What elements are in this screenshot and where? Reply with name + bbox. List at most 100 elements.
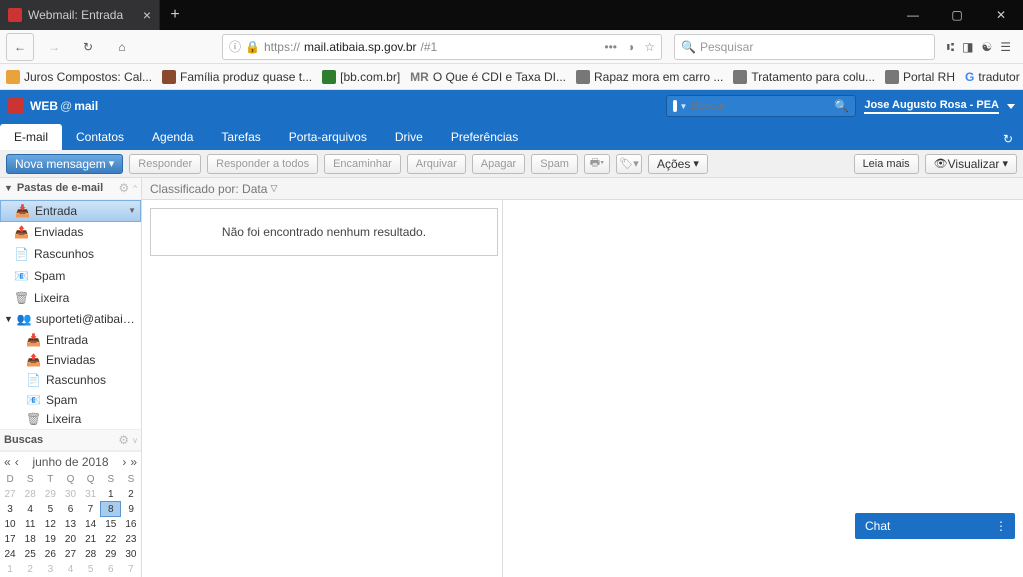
cal-day[interactable]: 28: [81, 547, 101, 562]
cal-day[interactable]: 3: [40, 562, 60, 577]
back-button[interactable]: ←: [6, 33, 34, 61]
print-button[interactable]: 🖶▾: [584, 154, 610, 174]
bookmark-item[interactable]: Família produz quase t...: [162, 70, 312, 84]
cal-next-year[interactable]: »: [130, 455, 137, 469]
close-button[interactable]: ✕: [979, 0, 1023, 30]
cal-day[interactable]: 30: [121, 547, 141, 562]
sidebar-header-pastas[interactable]: ▼ Pastas de e-mail ⚙ ^: [0, 178, 141, 200]
chat-menu-icon[interactable]: ⋮: [995, 519, 1005, 533]
cal-day[interactable]: 30: [60, 487, 80, 502]
delete-button[interactable]: Apagar: [472, 154, 525, 174]
folder-spam[interactable]: 📧Spam: [0, 265, 141, 287]
cal-day[interactable]: 9: [121, 502, 141, 517]
tab-contatos[interactable]: Contatos: [62, 124, 138, 150]
app-search-input[interactable]: [691, 100, 834, 112]
actions-menu[interactable]: Ações ▾: [648, 154, 708, 174]
cal-day[interactable]: 6: [60, 502, 80, 517]
menu-icon[interactable]: ☰: [1000, 40, 1011, 54]
cal-day[interactable]: 12: [40, 517, 60, 532]
refresh-button[interactable]: ↻: [993, 128, 1023, 150]
cal-day[interactable]: 25: [20, 547, 40, 562]
cal-day[interactable]: 5: [40, 502, 60, 517]
search-bar[interactable]: 🔍 Pesquisar: [674, 34, 935, 60]
archive-button[interactable]: Arquivar: [407, 154, 466, 174]
library-icon[interactable]: ⑆: [947, 40, 954, 54]
page-actions-icon[interactable]: •••: [604, 40, 617, 54]
forward-button[interactable]: →: [40, 33, 68, 61]
view-button[interactable]: 👁 Visualizar ▾: [925, 154, 1017, 174]
gear-icon[interactable]: ⚙: [118, 181, 129, 195]
cal-day[interactable]: 1: [0, 562, 20, 577]
tab-close-icon[interactable]: ×: [143, 7, 151, 23]
cal-day[interactable]: 6: [101, 562, 121, 577]
home-button[interactable]: ⌂: [108, 33, 136, 61]
sidebar-icon[interactable]: ◨: [962, 40, 973, 54]
cal-day[interactable]: 20: [60, 532, 80, 547]
cal-day[interactable]: 14: [81, 517, 101, 532]
cal-day[interactable]: 26: [40, 547, 60, 562]
cal-day[interactable]: 3: [0, 502, 20, 517]
cal-day[interactable]: 29: [101, 547, 121, 562]
splitter[interactable]: [502, 200, 503, 577]
reply-button[interactable]: Responder: [129, 154, 201, 174]
sub-enviadas[interactable]: 📤Enviadas: [0, 350, 141, 370]
account-node[interactable]: ▼ 👥 suporteti@atibaia.sp.gov: [0, 309, 141, 331]
search-submit-icon[interactable]: 🔍: [834, 99, 849, 113]
cal-prev-year[interactable]: «: [4, 455, 11, 469]
cal-day[interactable]: 5: [81, 562, 101, 577]
maximize-button[interactable]: ▢: [935, 0, 979, 30]
bookmark-item[interactable]: Rapaz mora em carro ...: [576, 70, 723, 84]
cal-day[interactable]: 27: [0, 487, 20, 502]
sub-lixeira[interactable]: 🗑Lixeira: [0, 409, 141, 429]
url-bar[interactable]: ⓘ 🔒 https://mail.atibaia.sp.gov.br/#1 ••…: [222, 34, 662, 60]
chevron-down-icon[interactable]: v: [133, 436, 137, 445]
cal-day[interactable]: 18: [20, 532, 40, 547]
chat-button[interactable]: Chat ⋮: [855, 513, 1015, 539]
bookmark-star-icon[interactable]: ☆: [644, 40, 655, 54]
cal-day[interactable]: 11: [20, 517, 40, 532]
cal-day[interactable]: 15: [101, 517, 121, 532]
cal-day[interactable]: 27: [60, 547, 80, 562]
new-message-button[interactable]: Nova mensagem ▾: [6, 154, 123, 174]
addon-icon[interactable]: ☯: [981, 40, 992, 54]
folder-enviadas[interactable]: 📤Enviadas: [0, 222, 141, 244]
cal-day[interactable]: 17: [0, 532, 20, 547]
sub-rascunhos[interactable]: 📄Rascunhos: [0, 370, 141, 390]
tab-drive[interactable]: Drive: [381, 124, 437, 150]
browser-tab[interactable]: Webmail: Entrada ×: [0, 0, 160, 30]
bookmark-item[interactable]: Juros Compostos: Cal...: [6, 70, 152, 84]
cal-day[interactable]: 4: [60, 562, 80, 577]
cal-day[interactable]: 13: [60, 517, 80, 532]
sidebar-header-buscas[interactable]: Buscas ⚙ v: [0, 429, 141, 451]
spam-button[interactable]: Spam: [531, 154, 578, 174]
new-tab-button[interactable]: +: [160, 6, 190, 24]
bookmark-item[interactable]: [bb.com.br]: [322, 70, 400, 84]
app-search[interactable]: ▼ 🔍: [666, 95, 856, 117]
bookmark-item[interactable]: Gtradutor - Pesquisa Go...: [965, 70, 1023, 84]
read-more-button[interactable]: Leia mais: [854, 154, 919, 174]
cal-day[interactable]: 10: [0, 517, 20, 532]
bookmark-item[interactable]: MRO Que é CDI e Taxa DI...: [410, 70, 566, 84]
bookmark-item[interactable]: Tratamento para colu...: [733, 70, 875, 84]
cal-day[interactable]: 22: [101, 532, 121, 547]
sub-spam[interactable]: 📧Spam: [0, 390, 141, 410]
user-chevron-icon[interactable]: [1007, 104, 1015, 109]
cal-day[interactable]: 19: [40, 532, 60, 547]
sub-entrada[interactable]: 📥Entrada: [0, 330, 141, 350]
cal-day[interactable]: 2: [20, 562, 40, 577]
cal-day[interactable]: 24: [0, 547, 20, 562]
reply-all-button[interactable]: Responder a todos: [207, 154, 318, 174]
cal-day[interactable]: 8: [101, 502, 121, 517]
folder-lixeira[interactable]: 🗑Lixeira: [0, 287, 141, 309]
cal-day[interactable]: 1: [101, 487, 121, 502]
cal-day[interactable]: 7: [81, 502, 101, 517]
cal-prev-month[interactable]: ‹: [15, 455, 19, 469]
cal-day[interactable]: 21: [81, 532, 101, 547]
minimize-button[interactable]: —: [891, 0, 935, 30]
reload-button[interactable]: ↻: [74, 33, 102, 61]
cal-day[interactable]: 7: [121, 562, 141, 577]
cal-day[interactable]: 2: [121, 487, 141, 502]
reader-icon[interactable]: ◑: [627, 40, 634, 54]
tab-tarefas[interactable]: Tarefas: [207, 124, 274, 150]
cal-day[interactable]: 23: [121, 532, 141, 547]
